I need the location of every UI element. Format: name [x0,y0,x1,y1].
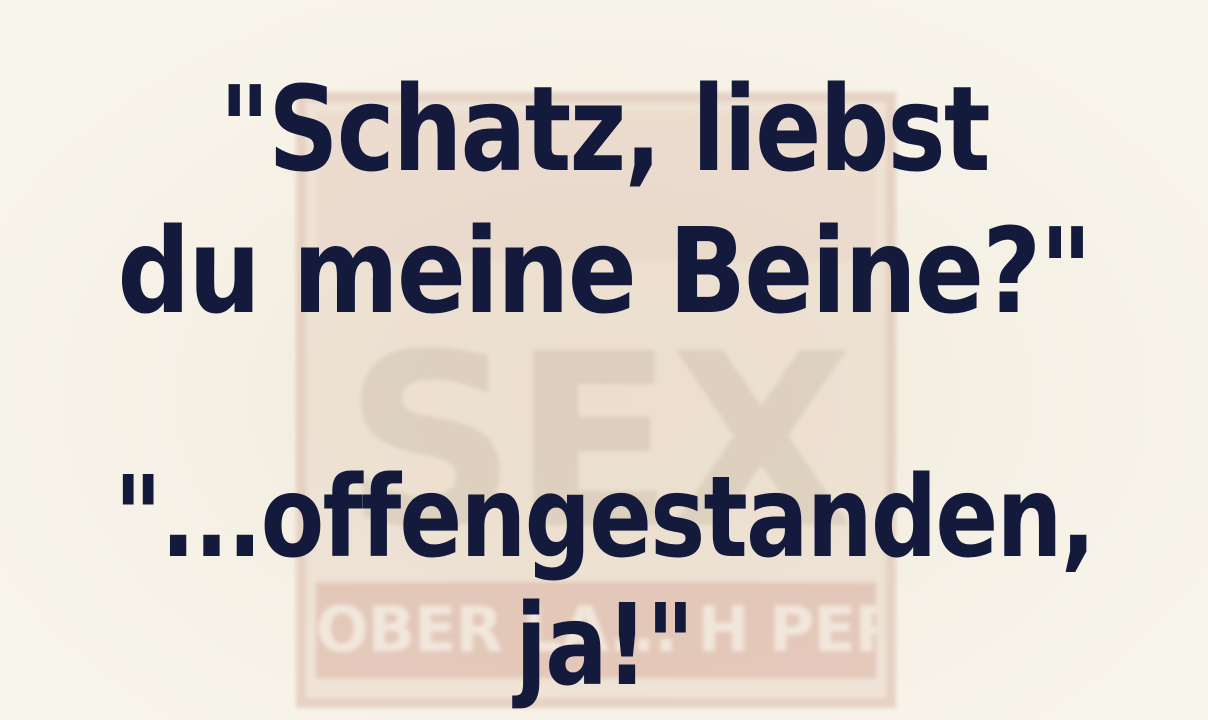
quote-line-4: ja!" [515,581,694,711]
quote-line-3: "...offengestanden, [113,453,1096,583]
quote-line-2: du meine Beine?" [117,202,1092,340]
quote-line-1: "Schatz, liebst [219,60,990,198]
